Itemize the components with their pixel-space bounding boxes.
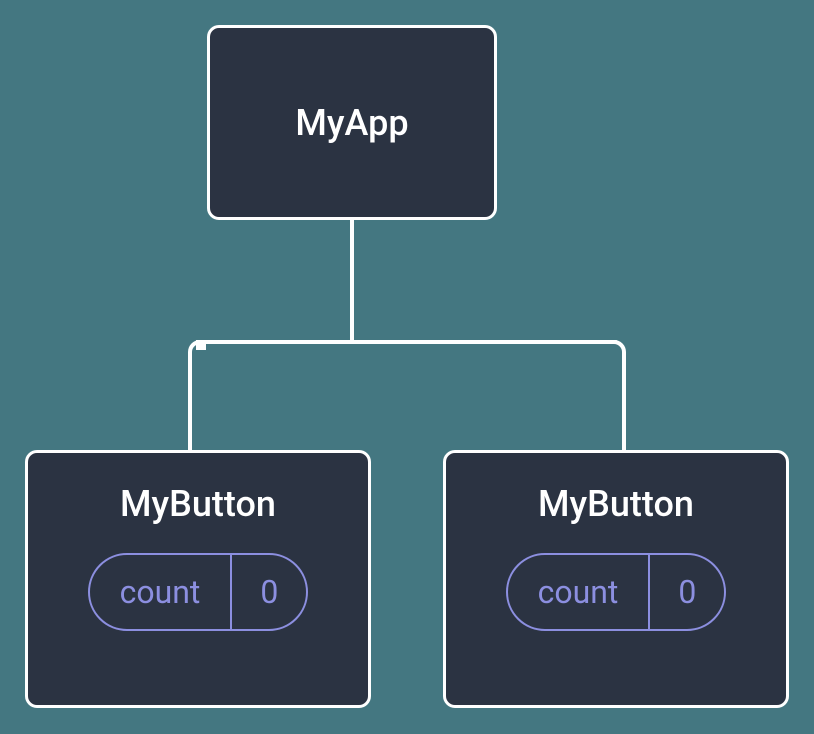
state-pill: count 0 <box>88 553 309 631</box>
connector-line <box>622 356 626 452</box>
child-component-node: MyButton count 0 <box>443 450 789 708</box>
state-label: count <box>90 555 233 629</box>
root-component-title: MyApp <box>295 102 408 144</box>
connector-line <box>350 220 354 340</box>
state-value: 0 <box>232 555 306 629</box>
child-component-node: MyButton count 0 <box>25 450 371 708</box>
root-component-node: MyApp <box>207 25 497 220</box>
state-value: 0 <box>650 555 724 629</box>
child-component-title: MyButton <box>538 483 694 525</box>
connector-line <box>196 340 618 344</box>
connector-line <box>188 356 192 452</box>
state-pill: count 0 <box>506 553 727 631</box>
child-component-title: MyButton <box>120 483 276 525</box>
state-label: count <box>508 555 651 629</box>
